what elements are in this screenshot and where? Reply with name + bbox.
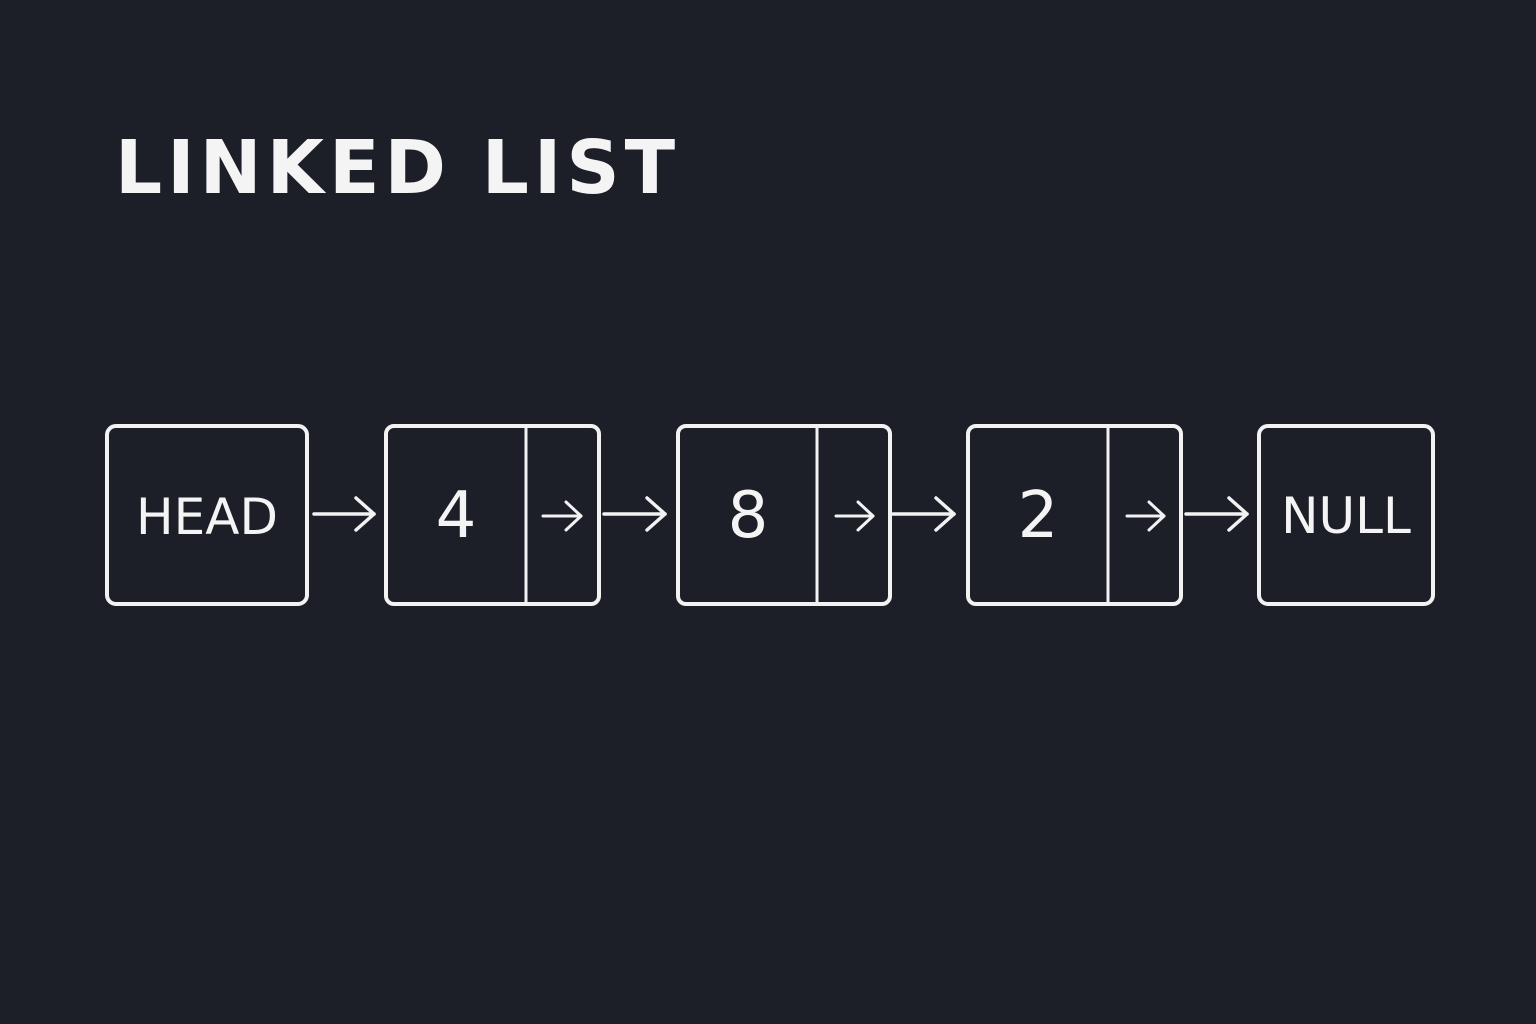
node-2-value: 8 — [728, 479, 769, 553]
list-node-3: 2 — [966, 424, 1183, 606]
null-label: NULL — [1281, 487, 1411, 545]
list-node-2: 8 — [676, 424, 892, 606]
head-label: HEAD — [136, 488, 278, 546]
null-box: NULL — [1257, 424, 1435, 606]
link-arrow-node-3-to-null — [1184, 496, 1249, 532]
head-box: HEAD — [105, 424, 309, 606]
link-arrow-node-2-to-node-3 — [891, 496, 956, 532]
link-arrow-head-to-node-1 — [312, 496, 376, 532]
list-node-1: 4 — [384, 424, 601, 606]
node-3-value: 2 — [1018, 479, 1059, 553]
node-1-value: 4 — [436, 479, 477, 553]
linked-list-diagram: HEAD 4 8 2 NULL — [105, 424, 1435, 606]
link-arrow-node-1-to-node-2 — [602, 496, 667, 532]
